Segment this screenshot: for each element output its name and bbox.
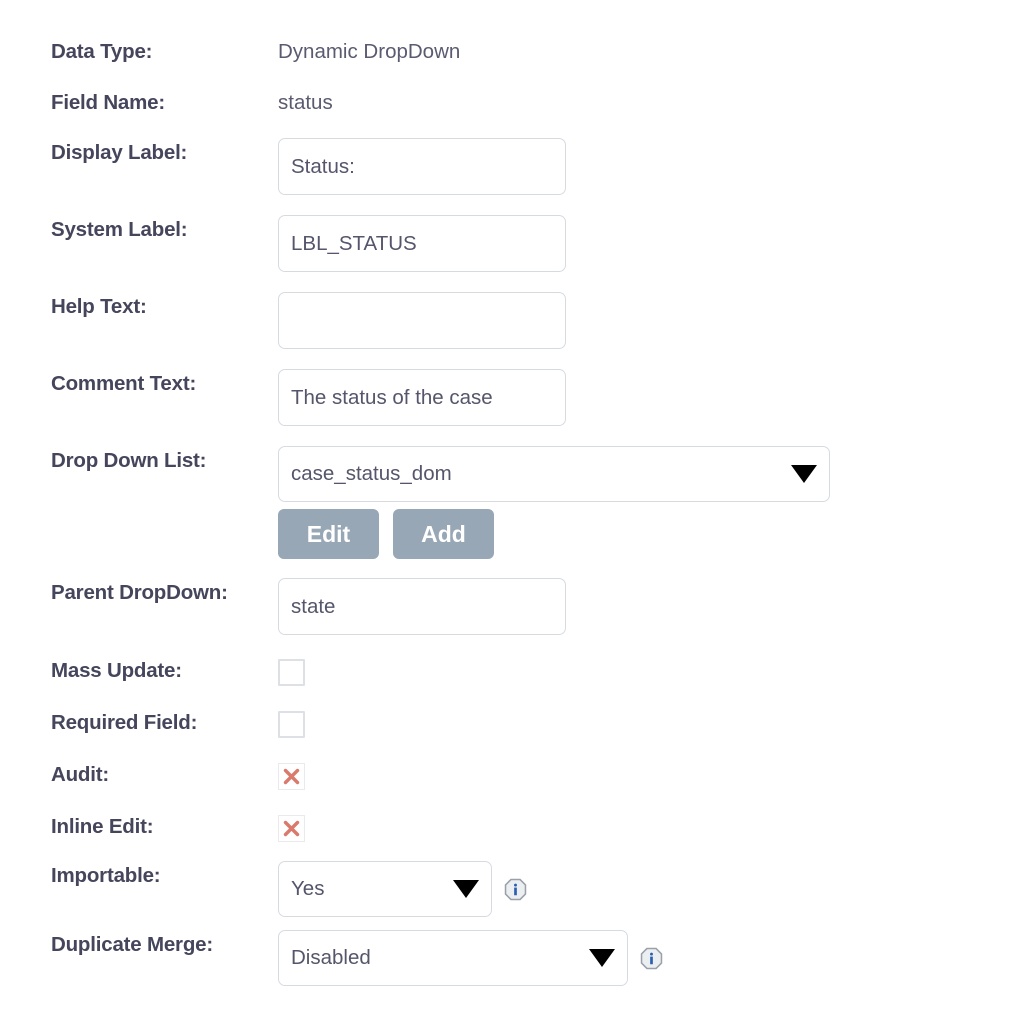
row-duplicate-merge: Duplicate Merge: Disabled [0,930,663,986]
control-parent-dropdown: state [278,578,566,635]
label-comment-text: Comment Text: [51,372,197,395]
help-text-input[interactable] [278,292,566,349]
value-data-type: Dynamic DropDown [278,40,461,63]
control-comment-text: The status of the case [278,369,566,426]
label-field-name: Field Name: [51,91,165,114]
chevron-down-icon [791,465,817,483]
label-display-label: Display Label: [51,141,188,164]
row-comment-text: Comment Text: The status of the case [0,369,566,426]
row-help-text: Help Text: [0,292,566,349]
parent-dropdown-input[interactable]: state [278,578,566,635]
label-audit: Audit: [51,763,109,786]
row-display-label: Display Label: Status: [0,138,566,195]
system-label-input[interactable]: LBL_STATUS [278,215,566,272]
label-parent-dropdown: Parent DropDown: [51,581,228,604]
drop-down-list-value: case_status_dom [291,462,452,485]
label-mass-update: Mass Update: [51,659,182,682]
row-importable: Importable: Yes [0,861,527,917]
info-icon[interactable] [504,878,527,901]
x-mark-icon [281,766,302,787]
add-button[interactable]: Add [393,509,494,559]
mass-update-checkbox[interactable] [278,659,305,686]
dropdown-actions: Edit Add [278,509,494,559]
duplicate-merge-value: Disabled [291,946,371,969]
label-duplicate-merge: Duplicate Merge: [51,933,213,956]
label-help-text: Help Text: [51,295,147,318]
importable-value: Yes [291,877,325,900]
row-audit: Audit: [0,763,305,790]
row-mass-update: Mass Update: [0,659,305,686]
row-data-type: Data Type: Dynamic DropDown [0,40,460,65]
control-duplicate-merge: Disabled [278,930,663,986]
row-drop-down-list: Drop Down List: case_status_dom Edit Add [0,446,830,559]
chevron-down-icon [453,880,479,898]
comment-text-input[interactable]: The status of the case [278,369,566,426]
row-parent-dropdown: Parent DropDown: state [0,578,566,635]
control-display-label: Status: [278,138,566,195]
control-help-text [278,292,566,349]
chevron-down-icon [589,949,615,967]
label-drop-down-list: Drop Down List: [51,449,207,472]
control-system-label: LBL_STATUS [278,215,566,272]
value-field-name: status [278,91,333,114]
required-field-checkbox[interactable] [278,711,305,738]
info-icon[interactable] [640,947,663,970]
row-required-field: Required Field: [0,711,305,738]
control-importable: Yes [278,861,527,917]
label-importable: Importable: [51,864,161,887]
field-properties-form: Data Type: Dynamic DropDown Field Name: … [0,0,1020,1024]
label-data-type: Data Type: [51,40,153,63]
label-system-label: System Label: [51,218,188,241]
duplicate-merge-select[interactable]: Disabled [278,930,628,986]
importable-select[interactable]: Yes [278,861,492,917]
row-inline-edit: Inline Edit: [0,815,305,842]
x-mark-icon [281,818,302,839]
row-system-label: System Label: LBL_STATUS [0,215,566,272]
inline-edit-checkbox[interactable] [278,815,305,842]
display-label-input[interactable]: Status: [278,138,566,195]
label-inline-edit: Inline Edit: [51,815,154,838]
audit-checkbox[interactable] [278,763,305,790]
edit-button[interactable]: Edit [278,509,379,559]
control-drop-down-list: case_status_dom Edit Add [278,446,830,559]
row-field-name: Field Name: status [0,91,333,116]
drop-down-list-select[interactable]: case_status_dom [278,446,830,502]
label-required-field: Required Field: [51,711,198,734]
